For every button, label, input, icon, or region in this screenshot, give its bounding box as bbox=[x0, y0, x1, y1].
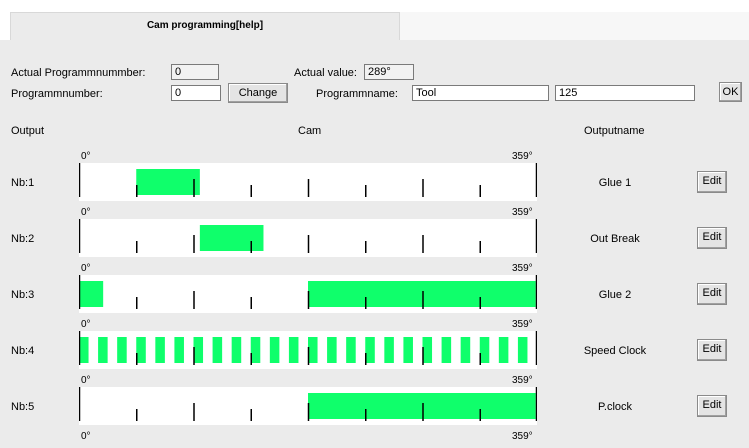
cam-on-segment bbox=[199, 225, 264, 251]
edit-output-button[interactable]: Edit bbox=[697, 283, 727, 305]
cam-pulse bbox=[346, 337, 356, 363]
ok-button[interactable]: OK bbox=[719, 82, 742, 102]
scale-end-label: 359° bbox=[512, 263, 533, 274]
cam-pulse bbox=[117, 337, 127, 363]
cam-pulse bbox=[155, 337, 165, 363]
tab-cam-programming[interactable]: Cam programming[help] bbox=[10, 12, 400, 40]
scale-start-label: 0° bbox=[81, 375, 91, 386]
cam-pulse bbox=[365, 337, 375, 363]
cam-track[interactable] bbox=[79, 163, 537, 201]
cam-pulse bbox=[98, 337, 108, 363]
cam-pulse bbox=[384, 337, 394, 363]
cam-track-svg bbox=[79, 219, 537, 253]
program-name-input[interactable]: Tool bbox=[412, 85, 549, 101]
scale-start-label: 0° bbox=[81, 431, 91, 442]
actual-program-label: Actual Programmnummber: bbox=[11, 67, 146, 79]
cam-pulse bbox=[422, 337, 433, 363]
cam-pulse bbox=[479, 337, 490, 363]
output-number-label: Nb:5 bbox=[11, 401, 35, 413]
output-name-label: Speed Clock bbox=[583, 345, 647, 357]
extra-value-input[interactable]: 125 bbox=[555, 85, 695, 101]
cam-pulse bbox=[269, 337, 280, 363]
change-button[interactable]: Change bbox=[228, 83, 288, 103]
cam-pulse bbox=[250, 337, 261, 363]
cam-pulse bbox=[441, 337, 452, 363]
scale-end-label: 359° bbox=[512, 431, 533, 442]
cam-pulse bbox=[193, 337, 204, 363]
cam-track[interactable] bbox=[79, 331, 537, 369]
cam-pulse bbox=[403, 337, 413, 363]
cam-pulse bbox=[288, 337, 299, 363]
output-number-label: Nb:1 bbox=[11, 177, 35, 189]
output-number-label: Nb:4 bbox=[11, 345, 35, 357]
cam-pulse bbox=[460, 337, 471, 363]
actual-value-label: Actual value: bbox=[294, 67, 357, 79]
cam-pulse bbox=[517, 337, 528, 363]
edit-output-button[interactable]: Edit bbox=[697, 395, 727, 417]
scale-start-label: 0° bbox=[81, 319, 91, 330]
cam-track-svg bbox=[79, 387, 537, 421]
cam-track-svg bbox=[79, 331, 537, 365]
cam-track[interactable] bbox=[79, 275, 537, 313]
cam-pulse bbox=[79, 337, 89, 363]
program-number-label: Programmnumber: bbox=[11, 88, 103, 100]
scale-start-label: 0° bbox=[81, 207, 91, 218]
cam-track-svg bbox=[79, 275, 537, 309]
output-number-label: Nb:3 bbox=[11, 289, 35, 301]
cam-pulse bbox=[212, 337, 223, 363]
cam-pulse bbox=[308, 337, 318, 363]
cam-programming-panel: Actual Programmnummber: 0 Actual value: … bbox=[0, 40, 749, 448]
cam-on-segment bbox=[308, 393, 536, 419]
cam-on-segment bbox=[79, 281, 104, 307]
cam-track-svg bbox=[79, 163, 537, 197]
scale-end-label: 359° bbox=[512, 319, 533, 330]
scale-end-label: 359° bbox=[512, 375, 533, 386]
cam-pulse bbox=[498, 337, 509, 363]
tab-bar: Cam programming[help] bbox=[0, 0, 749, 40]
scale-end-label: 359° bbox=[512, 151, 533, 162]
output-name-label: Glue 2 bbox=[598, 289, 632, 301]
output-name-label: Out Break bbox=[590, 233, 640, 245]
cam-track[interactable] bbox=[79, 387, 537, 425]
actual-value-field: 289° bbox=[364, 64, 414, 80]
edit-output-button[interactable]: Edit bbox=[697, 339, 727, 361]
cam-pulse bbox=[327, 337, 337, 363]
scale-end-label: 359° bbox=[512, 207, 533, 218]
edit-output-button[interactable]: Edit bbox=[697, 171, 727, 193]
tab-title: Cam programming[help] bbox=[146, 20, 264, 31]
cam-on-segment bbox=[308, 281, 536, 307]
output-header: Output bbox=[11, 125, 45, 137]
scale-start-label: 0° bbox=[81, 263, 91, 274]
cam-pulse bbox=[231, 337, 242, 363]
edit-output-button[interactable]: Edit bbox=[697, 227, 727, 249]
cam-header: Cam bbox=[298, 125, 322, 137]
output-name-label: Glue 1 bbox=[598, 177, 632, 189]
cam-pulse bbox=[174, 337, 184, 363]
tab-strip-empty bbox=[400, 12, 749, 40]
output-number-label: Nb:2 bbox=[11, 233, 35, 245]
program-number-input[interactable]: 0 bbox=[171, 85, 221, 101]
program-name-label: Programmname: bbox=[316, 88, 398, 100]
scale-start-label: 0° bbox=[81, 151, 91, 162]
cam-on-segment bbox=[136, 169, 200, 195]
actual-program-field: 0 bbox=[171, 64, 219, 80]
cam-track[interactable] bbox=[79, 219, 537, 257]
output-name-label: P.clock bbox=[597, 401, 633, 413]
outputname-header: Outputname bbox=[584, 125, 645, 137]
cam-pulse bbox=[136, 337, 146, 363]
